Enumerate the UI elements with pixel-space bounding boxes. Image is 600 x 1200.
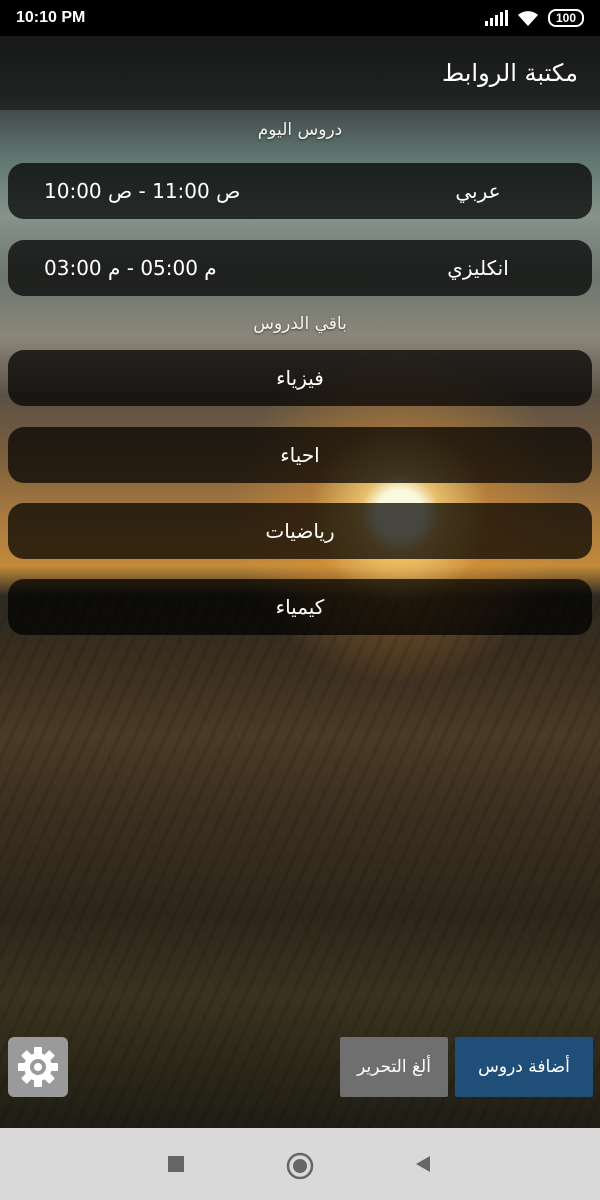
today-heading: دروس اليوم (257, 120, 343, 140)
today-lesson-row[interactable]: ص 11:00 - ص 10:00 عربي (8, 163, 592, 219)
battery-icon: 100 (547, 9, 584, 27)
wifi-icon (517, 11, 538, 26)
app-bar: مكتبة الروابط (0, 36, 600, 110)
status-bar: 10:10 PM 100 (0, 0, 600, 36)
triangle-back-icon[interactable] (412, 1152, 434, 1176)
navigation-bar (0, 1128, 600, 1200)
lesson-item[interactable]: احياء (8, 427, 592, 483)
lesson-subject: عربي (455, 179, 501, 203)
lesson-item[interactable]: فيزياء (8, 350, 592, 406)
lesson-item[interactable]: كيمياء (8, 579, 592, 635)
page-title: مكتبة الروابط (441, 59, 578, 87)
other-lessons-heading: باقي الدروس (253, 314, 347, 334)
status-icons: 100 (484, 9, 584, 27)
signal-icon (484, 10, 508, 26)
gear-icon (18, 1047, 58, 1087)
status-time: 10:10 PM (16, 9, 86, 26)
lesson-time: م 05:00 - م 03:00 (44, 256, 217, 280)
settings-button[interactable] (8, 1037, 68, 1097)
circle-icon[interactable] (286, 1152, 314, 1180)
lesson-subject: انكليزي (447, 256, 509, 280)
today-lesson-row[interactable]: م 05:00 - م 03:00 انكليزي (8, 240, 592, 296)
square-icon[interactable] (166, 1152, 186, 1176)
add-lessons-button[interactable]: أضافة دروس (455, 1037, 593, 1097)
cancel-edit-button[interactable]: ألغ التحرير (340, 1037, 448, 1097)
lesson-item[interactable]: رياضيات (8, 503, 592, 559)
lesson-time: ص 11:00 - ص 10:00 (44, 179, 241, 203)
